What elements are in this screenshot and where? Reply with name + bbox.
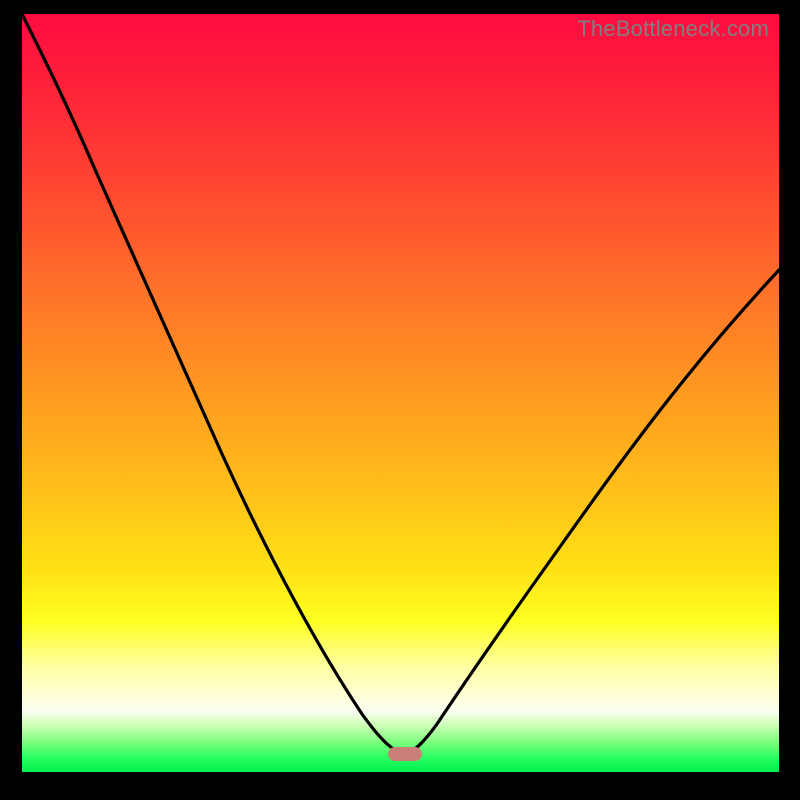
plot-area: TheBottleneck.com	[22, 14, 779, 772]
watermark-text: TheBottleneck.com	[577, 16, 769, 42]
bottleneck-curve	[22, 14, 779, 772]
minimum-marker	[388, 747, 422, 761]
chart-frame: TheBottleneck.com	[0, 0, 800, 800]
curve-path	[22, 14, 779, 754]
